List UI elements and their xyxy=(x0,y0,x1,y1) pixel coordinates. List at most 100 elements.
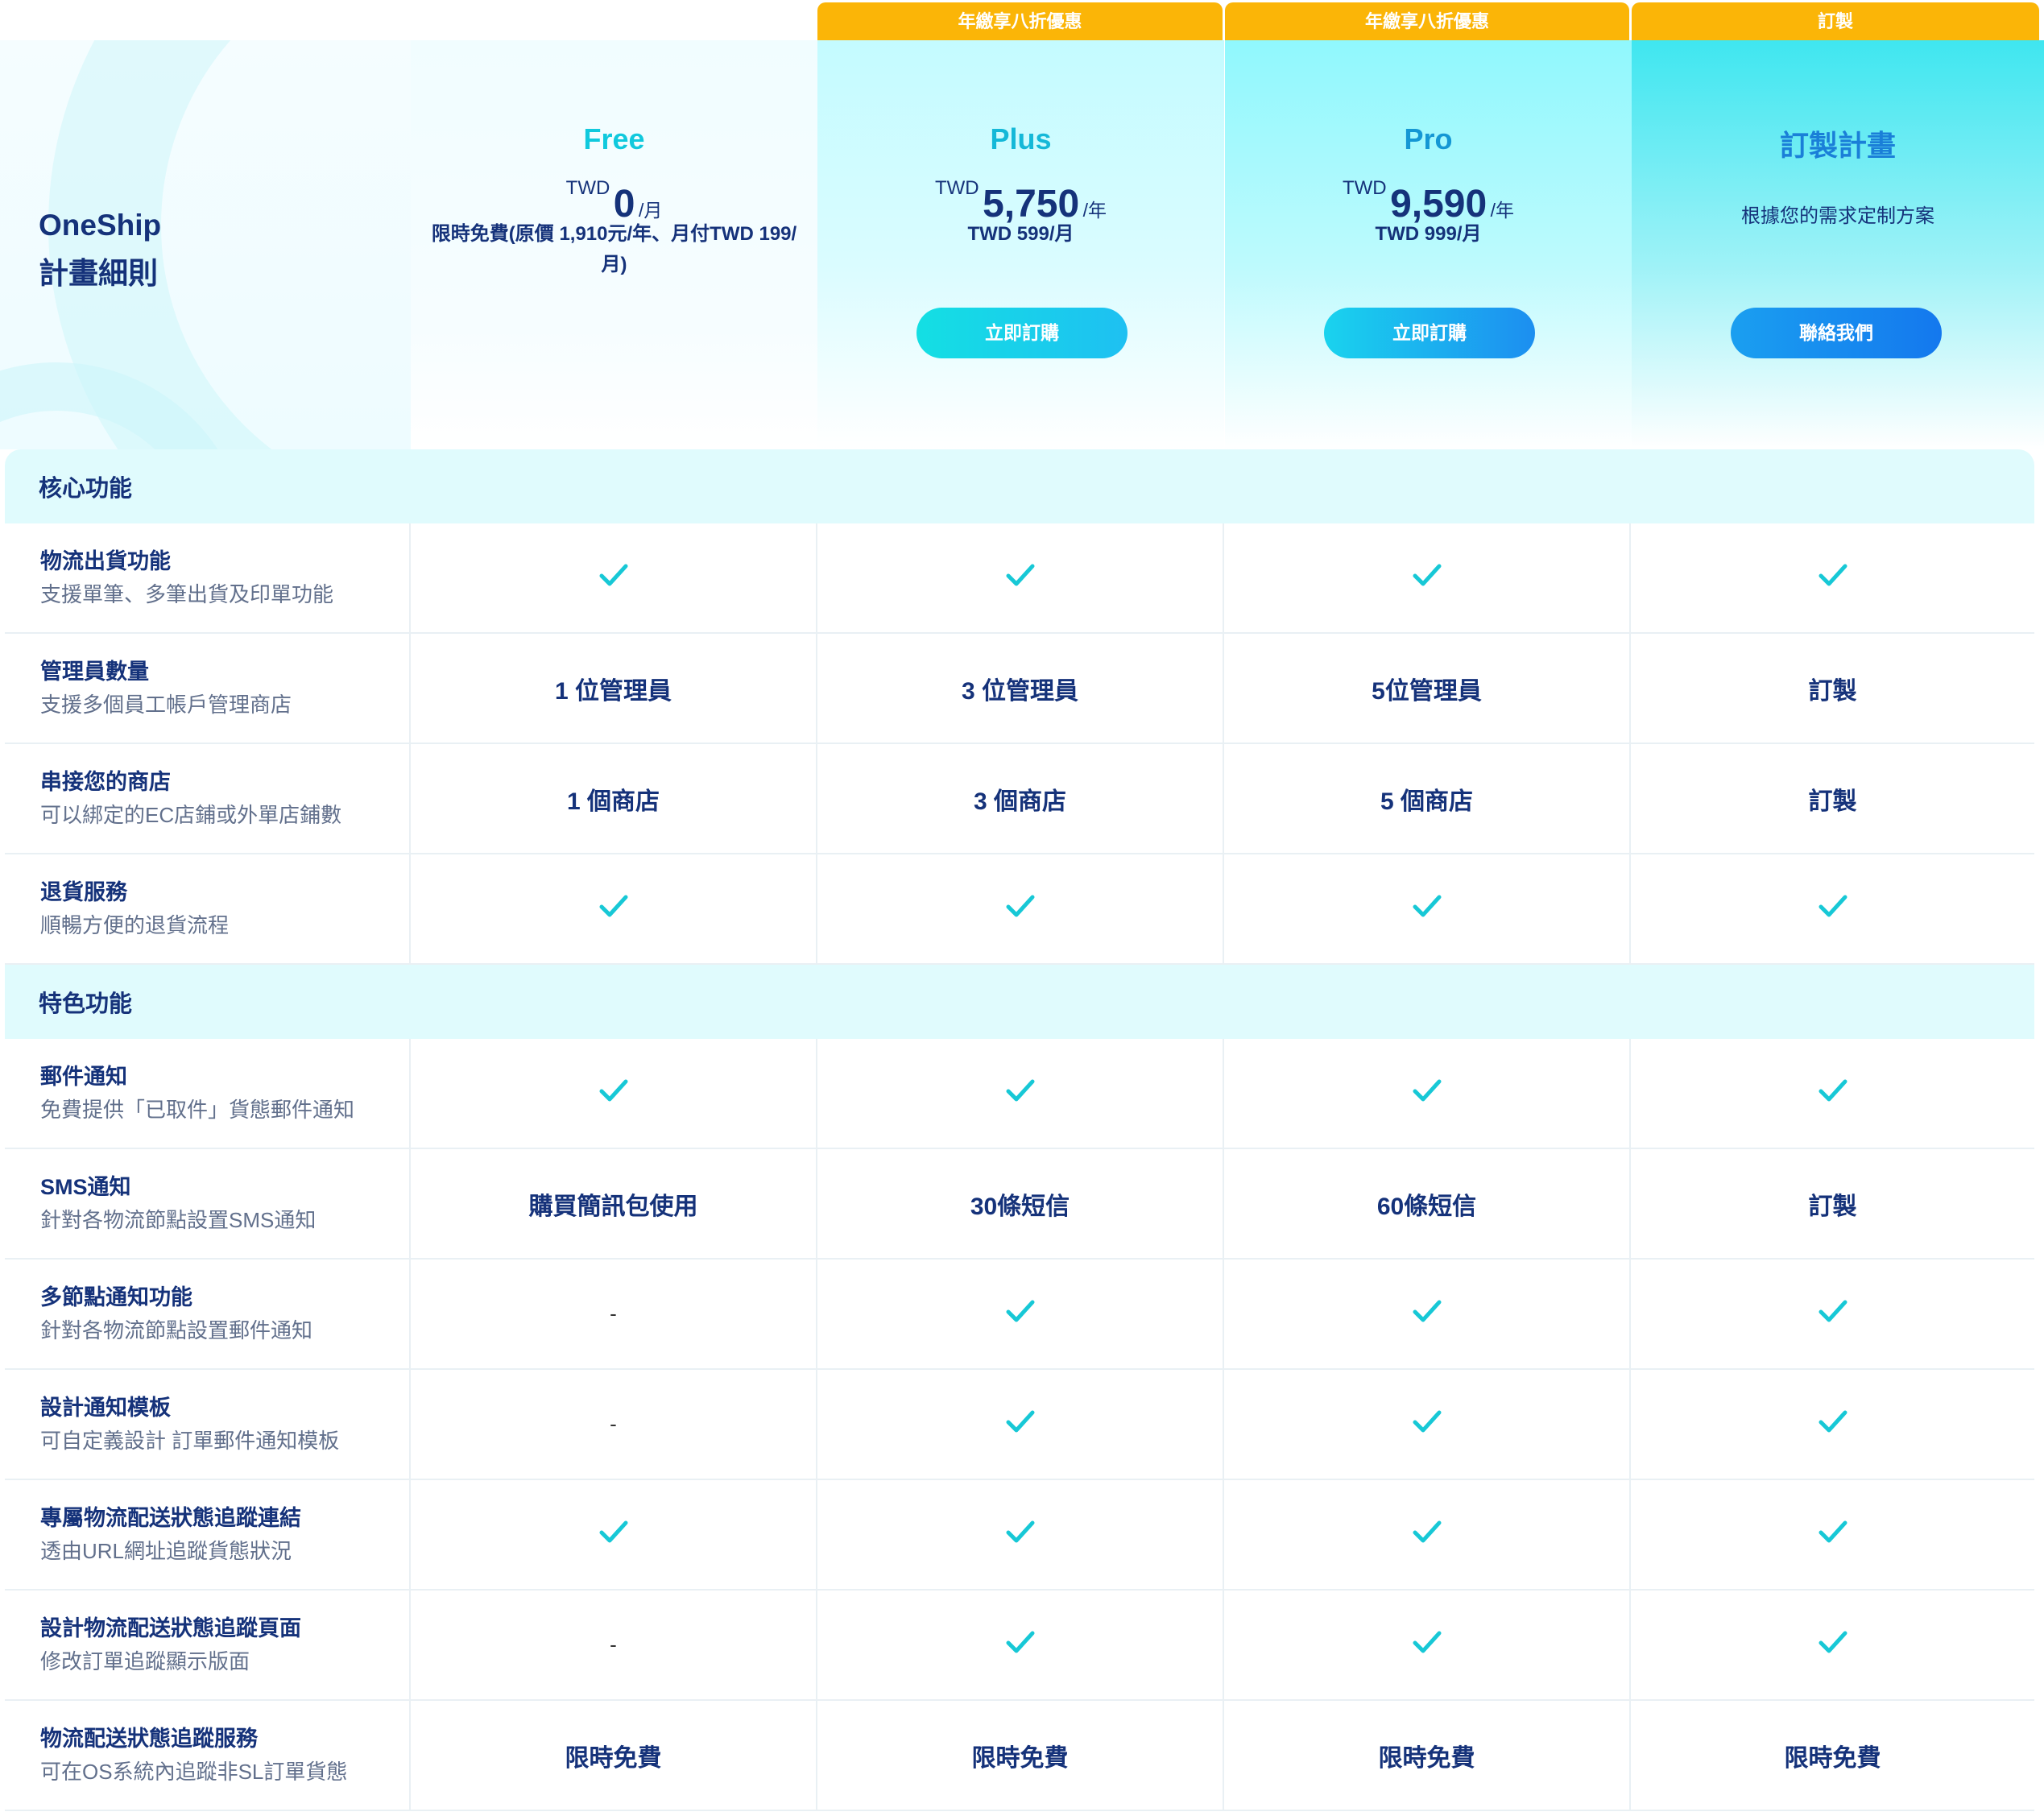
feature-description: 順暢方便的退貨流程 xyxy=(40,912,230,937)
check-icon xyxy=(1817,1405,1849,1444)
table-row: SMS通知 針對各物流節點設置SMS通知 購買簡訊包使用 30條短信 60條短信 訂製 xyxy=(5,1149,2034,1260)
plan-value-cell xyxy=(1631,523,2034,632)
monthly-price: TWD 999/月 xyxy=(1375,223,1482,245)
feature-description: 免費提供「已取件」貨態郵件通知 xyxy=(40,1097,355,1122)
plan-value-cell: 限時免費 xyxy=(411,1701,817,1810)
feature-comparison-table: 核心功能 物流出貨功能 支援單筆、多筆出貨及印單功能 管理員數量 支援多個員工帳… xyxy=(5,449,2034,1811)
plan-value-cell: 5位管理員 xyxy=(1224,634,1631,743)
feature: 多節點通知功能 針對各物流節點設置郵件通知 xyxy=(40,1281,312,1347)
plan-value-cell: 購買簡訊包使用 xyxy=(411,1149,817,1258)
check-icon xyxy=(1817,1295,1849,1334)
check-icon xyxy=(1817,1626,1849,1665)
check-icon xyxy=(1004,559,1036,598)
plan-value-cell: 1 位管理員 xyxy=(411,634,817,743)
pro-promo-tab: 年繳享八折優惠 xyxy=(1225,2,1629,40)
feature-description: 透由URL網址追蹤貨態狀況 xyxy=(40,1538,292,1563)
plan-name: Pro xyxy=(1404,122,1453,155)
plan-value-cell xyxy=(411,1480,817,1589)
plan-label-card: OneShip 計畫細則 xyxy=(0,40,411,449)
plan-value-cell xyxy=(817,1370,1224,1479)
feature-cell: 郵件通知 免費提供「已取件」貨態郵件通知 xyxy=(5,1039,411,1148)
plan-value-cell: 30條短信 xyxy=(817,1149,1224,1258)
feature-title: 串接您的商店 xyxy=(40,769,171,794)
plan-value-cell xyxy=(1631,1260,2034,1368)
feature-title: 專屬物流配送狀態追蹤連結 xyxy=(40,1505,301,1530)
plan-name: Plus xyxy=(990,122,1052,155)
plus-buy-button[interactable]: 立即訂購 xyxy=(916,308,1128,358)
feature: 管理員數量 支援多個員工帳戶管理商店 xyxy=(40,656,292,722)
feature-cell: 串接您的商店 可以綁定的EC店鋪或外單店鋪數 xyxy=(5,744,411,853)
plan-value: 訂製 xyxy=(1808,788,1857,815)
plan-value: 3 位管理員 xyxy=(961,677,1079,705)
plan-description: 根據您的需求定制方案 xyxy=(1741,205,1934,227)
not-available-dash: - xyxy=(610,1632,617,1657)
plan-value: 1 位管理員 xyxy=(554,677,672,705)
plan-value: 5位管理員 xyxy=(1372,677,1482,705)
check-icon xyxy=(1411,1405,1443,1444)
plan-value-cell: - xyxy=(411,1591,817,1699)
plan-value-cell xyxy=(1224,1591,1631,1699)
feature-description: 可自定義設計 訂單郵件通知模板 xyxy=(40,1428,340,1453)
plan-value: 訂製 xyxy=(1808,677,1857,705)
table-row: 物流配送狀態追蹤服務 可在OS系統內追蹤非SL訂單貨態 限時免費 限時免費 限時免費… xyxy=(5,1701,2034,1811)
contact-us-button[interactable]: 聯絡我們 xyxy=(1731,308,1942,358)
plan-value: 5 個商店 xyxy=(1380,788,1474,815)
plan-value: 限時免費 xyxy=(1784,1744,1881,1772)
table-row: 串接您的商店 可以綁定的EC店鋪或外單店鋪數 1 個商店 3 個商店 5 個商店 訂製 xyxy=(5,744,2034,854)
price-unit: /年 xyxy=(1082,200,1107,221)
plan-value-cell: 60條短信 xyxy=(1224,1149,1631,1258)
table-row: 設計物流配送狀態追蹤頁面 修改訂單追蹤顯示版面 - xyxy=(5,1591,2034,1701)
feature-description: 可在OS系統內追蹤非SL訂單貨態 xyxy=(40,1759,348,1784)
feature: SMS通知 針對各物流節點設置SMS通知 xyxy=(40,1171,316,1237)
check-icon xyxy=(1411,1074,1443,1113)
check-icon xyxy=(1411,1626,1443,1665)
table-row: 郵件通知 免費提供「已取件」貨態郵件通知 xyxy=(5,1039,2034,1149)
plan-value-cell xyxy=(1224,854,1631,963)
check-icon xyxy=(1004,1405,1036,1444)
check-icon xyxy=(1004,1074,1036,1113)
check-icon xyxy=(1411,890,1443,929)
check-icon xyxy=(1004,890,1036,929)
plan-value-cell: 限時免費 xyxy=(817,1701,1224,1810)
feature-description: 針對各物流節點設置SMS通知 xyxy=(40,1207,317,1232)
feature-description: 可以綁定的EC店鋪或外單店鋪數 xyxy=(40,802,342,827)
feature-title: 郵件通知 xyxy=(40,1064,127,1089)
price-unit: /月 xyxy=(638,200,663,221)
plan-value-cell: - xyxy=(411,1260,817,1368)
plan-value-cell xyxy=(411,523,817,632)
brand-name: OneShip xyxy=(39,209,162,242)
feature-title: 管理員數量 xyxy=(40,659,149,684)
table-row: 退貨服務 順暢方便的退貨流程 xyxy=(5,854,2034,965)
feature-cell: 退貨服務 順暢方便的退貨流程 xyxy=(5,854,411,963)
table-row: 多節點通知功能 針對各物流節點設置郵件通知 - xyxy=(5,1260,2034,1370)
plan-details-label: 計畫細則 xyxy=(39,257,158,290)
pro-buy-button[interactable]: 立即訂購 xyxy=(1324,308,1535,358)
feature: 物流出貨功能 支援單筆、多筆出貨及印單功能 xyxy=(40,545,333,611)
plan-value-cell xyxy=(1631,1591,2034,1699)
plan-value-cell xyxy=(1224,1480,1631,1589)
plan-value-cell xyxy=(1631,1370,2034,1479)
monthly-price: TWD 599/月 xyxy=(967,223,1074,245)
plan-value-cell: - xyxy=(411,1370,817,1479)
section-title: 特色功能 xyxy=(39,991,133,1017)
check-icon xyxy=(1817,559,1849,598)
feature-title: SMS通知 xyxy=(40,1174,131,1199)
not-available-dash: - xyxy=(610,1301,617,1326)
plan-value-cell xyxy=(1631,1039,2034,1148)
feature-title: 多節點通知功能 xyxy=(40,1284,192,1309)
plan-value: 3 個商店 xyxy=(973,788,1067,815)
plan-name: 訂製計畫 xyxy=(1779,129,1896,162)
plan-value-cell xyxy=(1224,1370,1631,1479)
feature: 串接您的商店 可以綁定的EC店鋪或外單店鋪數 xyxy=(40,766,341,832)
plan-value-cell: 1 個商店 xyxy=(411,744,817,853)
check-icon xyxy=(1411,1295,1443,1334)
plan-value: 限時免費 xyxy=(565,1744,662,1772)
feature: 專屬物流配送狀態追蹤連結 透由URL網址追蹤貨態狀況 xyxy=(40,1502,301,1568)
feature-description: 修改訂單追蹤顯示版面 xyxy=(40,1648,250,1673)
plan-value: 60條短信 xyxy=(1376,1193,1477,1220)
table-row: 設計通知模板 可自定義設計 訂單郵件通知模板 - xyxy=(5,1370,2034,1480)
table-row: 專屬物流配送狀態追蹤連結 透由URL網址追蹤貨態狀況 xyxy=(5,1480,2034,1591)
feature-title: 物流出貨功能 xyxy=(40,548,171,573)
feature: 設計通知模板 可自定義設計 訂單郵件通知模板 xyxy=(40,1392,339,1458)
plan-value-cell: 訂製 xyxy=(1631,1149,2034,1258)
